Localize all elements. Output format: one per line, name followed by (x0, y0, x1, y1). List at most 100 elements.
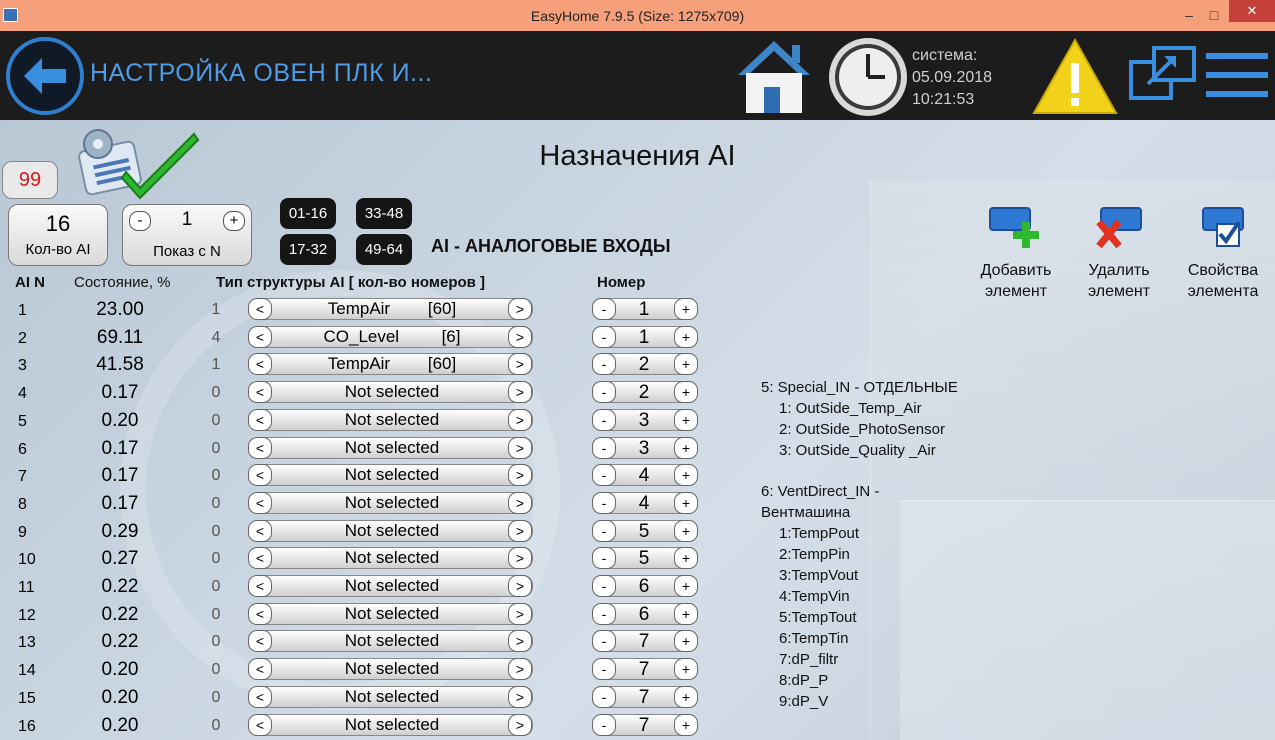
type-next-button[interactable]: > (508, 630, 532, 653)
type-next-button[interactable]: > (508, 381, 532, 404)
delete-element-button[interactable]: Удалить элемент (1076, 204, 1162, 302)
clock-icon[interactable] (827, 36, 909, 118)
ai-state-value: 0.20 (101, 659, 139, 681)
number-minus-button[interactable]: - (592, 298, 616, 320)
ai-count-indicator: 0 (211, 633, 221, 651)
type-next-button[interactable]: > (508, 298, 532, 320)
add-element-button[interactable]: Добавить элемент (973, 204, 1059, 302)
type-prev-button[interactable]: < (248, 353, 272, 376)
home-icon[interactable] (734, 37, 814, 115)
number-plus-button[interactable]: + (674, 353, 698, 376)
table-row: 5 0.20 0 < Not selected > -3 + (0, 407, 720, 434)
element-properties-button[interactable]: Свойства элемента (1180, 204, 1266, 302)
type-prev-button[interactable]: < (248, 298, 272, 320)
type-next-button[interactable]: > (508, 519, 532, 542)
number-minus-button[interactable]: - (592, 630, 616, 653)
number-plus-button[interactable]: + (674, 491, 698, 514)
number-plus-button[interactable]: + (674, 658, 698, 681)
range-17-32-button[interactable]: 17-32 (280, 234, 336, 265)
popout-window-icon[interactable] (1128, 44, 1198, 104)
type-prev-button[interactable]: < (248, 575, 272, 597)
type-prev-button[interactable]: < (248, 713, 272, 736)
number-plus-button[interactable]: + (674, 630, 698, 653)
type-prev-button[interactable]: < (248, 685, 272, 708)
number-minus-button[interactable]: - (592, 547, 616, 570)
show-from-value: 1 (181, 209, 193, 230)
minimize-button[interactable]: – (1178, 5, 1200, 25)
number-plus-button[interactable]: + (674, 408, 698, 431)
type-prev-button[interactable]: < (248, 325, 272, 348)
special-in-item: 3: OutSide_Quality _Air (779, 442, 936, 459)
number-minus-button[interactable]: - (592, 491, 616, 514)
type-prev-button[interactable]: < (248, 630, 272, 653)
type-next-button[interactable]: > (508, 491, 532, 514)
type-prev-button[interactable]: < (248, 602, 272, 625)
maximize-button[interactable]: □ (1203, 5, 1225, 25)
number-minus-button[interactable]: - (592, 408, 616, 431)
type-next-button[interactable]: > (508, 325, 532, 348)
number-minus-button[interactable]: - (592, 381, 616, 404)
type-prev-button[interactable]: < (248, 408, 272, 431)
type-prev-button[interactable]: < (248, 547, 272, 570)
type-next-button[interactable]: > (508, 464, 532, 487)
number-minus-button[interactable]: - (592, 575, 616, 597)
number-minus-button[interactable]: - (592, 464, 616, 487)
special-in-item: 2: OutSide_PhotoSensor (779, 421, 945, 438)
ai-number: 1 (18, 302, 27, 319)
back-button[interactable] (6, 37, 84, 115)
number-plus-button[interactable]: + (674, 519, 698, 542)
hamburger-menu-icon[interactable] (1206, 47, 1268, 103)
number-plus-button[interactable]: + (674, 325, 698, 348)
type-prev-button[interactable]: < (248, 464, 272, 487)
type-next-button[interactable]: > (508, 547, 532, 570)
type-next-button[interactable]: > (508, 602, 532, 625)
number-minus-button[interactable]: - (592, 713, 616, 736)
delete-element-label: Удалить элемент (1087, 262, 1151, 300)
type-next-button[interactable]: > (508, 353, 532, 376)
ai-count-box[interactable]: 16 Кол-во AI (8, 204, 108, 266)
type-prev-button[interactable]: < (248, 381, 272, 404)
type-prev-button[interactable]: < (248, 519, 272, 542)
number-minus-button[interactable]: - (592, 519, 616, 542)
type-prev-button[interactable]: < (248, 436, 272, 459)
type-next-button[interactable]: > (508, 575, 532, 597)
range-49-64-button[interactable]: 49-64 (356, 234, 412, 265)
warning-icon[interactable] (1032, 37, 1118, 115)
type-prev-button[interactable]: < (248, 658, 272, 681)
table-row: 9 0.29 0 < Not selected > -5 + (0, 518, 720, 545)
type-name: Not selected (344, 686, 440, 706)
system-label: система: (912, 47, 978, 64)
number-plus-button[interactable]: + (674, 713, 698, 736)
number-plus-button[interactable]: + (674, 436, 698, 459)
type-name: TempAir [60] (327, 299, 457, 318)
number-plus-button[interactable]: + (674, 547, 698, 570)
column-header-state: Состояние, % (74, 274, 171, 291)
type-next-button[interactable]: > (508, 685, 532, 708)
ventdirect-item: 2:TempPin (779, 546, 850, 563)
close-button[interactable]: ✕ (1229, 0, 1275, 22)
number-minus-button[interactable]: - (592, 353, 616, 376)
number-plus-button[interactable]: + (674, 685, 698, 708)
range-33-48-button[interactable]: 33-48 (356, 198, 412, 229)
number-plus-button[interactable]: + (674, 464, 698, 487)
range-01-16-button[interactable]: 01-16 (280, 198, 336, 229)
type-next-button[interactable]: > (508, 408, 532, 431)
show-from-minus-button[interactable]: - (129, 211, 151, 231)
ai-state-value: 0.22 (101, 576, 139, 597)
type-next-button[interactable]: > (508, 713, 532, 736)
number-minus-button[interactable]: - (592, 325, 616, 348)
type-next-button[interactable]: > (508, 436, 532, 459)
show-from-plus-button[interactable]: + (223, 211, 245, 231)
number-minus-button[interactable]: - (592, 658, 616, 681)
type-next-button[interactable]: > (508, 658, 532, 681)
number-plus-button[interactable]: + (674, 602, 698, 625)
number-minus-button[interactable]: - (592, 685, 616, 708)
number-plus-button[interactable]: + (674, 381, 698, 404)
ventdirect-legend: 6: VentDirect_IN - Вентмашина 1:TempPout… (761, 481, 879, 712)
number-plus-button[interactable]: + (674, 298, 698, 320)
alarm-count-badge[interactable]: 99 (2, 161, 58, 199)
number-plus-button[interactable]: + (674, 575, 698, 597)
number-minus-button[interactable]: - (592, 602, 616, 625)
number-minus-button[interactable]: - (592, 436, 616, 459)
type-prev-button[interactable]: < (248, 491, 272, 514)
